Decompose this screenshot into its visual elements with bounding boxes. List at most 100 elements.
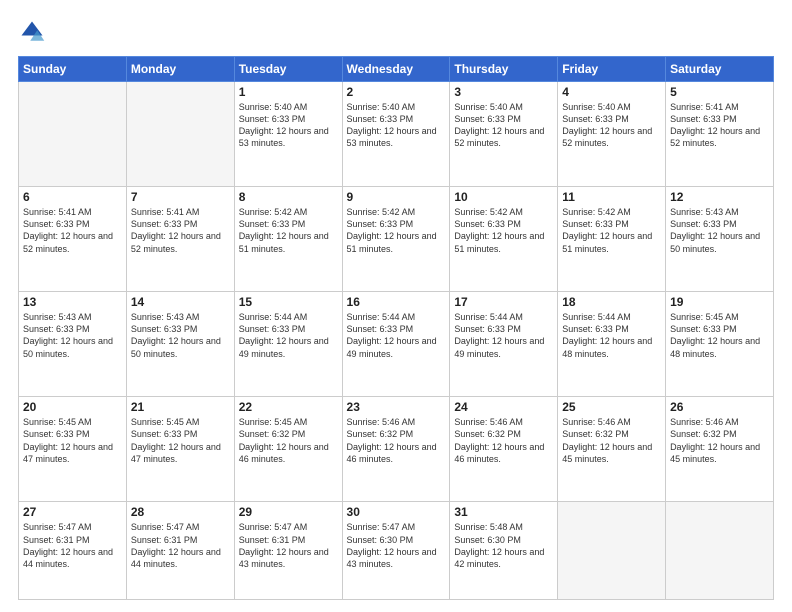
day-number: 28: [131, 505, 230, 519]
day-cell: 2 Sunrise: 5:40 AM Sunset: 6:33 PM Daylig…: [342, 82, 450, 187]
header: [18, 18, 774, 46]
day-number: 7: [131, 190, 230, 204]
day-number: 10: [454, 190, 553, 204]
day-info: Sunrise: 5:40 AM Sunset: 6:33 PM Dayligh…: [562, 101, 661, 150]
day-number: 31: [454, 505, 553, 519]
day-info: Sunrise: 5:43 AM Sunset: 6:33 PM Dayligh…: [670, 206, 769, 255]
day-number: 2: [347, 85, 446, 99]
day-number: 16: [347, 295, 446, 309]
day-cell: 16 Sunrise: 5:44 AM Sunset: 6:33 PM Dayli…: [342, 292, 450, 397]
day-number: 25: [562, 400, 661, 414]
calendar-table: SundayMondayTuesdayWednesdayThursdayFrid…: [18, 56, 774, 600]
day-number: 18: [562, 295, 661, 309]
day-info: Sunrise: 5:43 AM Sunset: 6:33 PM Dayligh…: [131, 311, 230, 360]
day-info: Sunrise: 5:41 AM Sunset: 6:33 PM Dayligh…: [131, 206, 230, 255]
day-number: 11: [562, 190, 661, 204]
day-number: 21: [131, 400, 230, 414]
day-number: 26: [670, 400, 769, 414]
day-info: Sunrise: 5:40 AM Sunset: 6:33 PM Dayligh…: [239, 101, 338, 150]
page: SundayMondayTuesdayWednesdayThursdayFrid…: [0, 0, 792, 612]
day-info: Sunrise: 5:44 AM Sunset: 6:33 PM Dayligh…: [239, 311, 338, 360]
logo: [18, 18, 50, 46]
day-cell: 14Sunrise: 5:43 AM Sunset: 6:33 PM Dayli…: [126, 292, 234, 397]
day-info: Sunrise: 5:42 AM Sunset: 6:33 PM Dayligh…: [454, 206, 553, 255]
day-info: Sunrise: 5:44 AM Sunset: 6:33 PM Dayligh…: [562, 311, 661, 360]
day-cell: [666, 502, 774, 600]
day-info: Sunrise: 5:44 AM Sunset: 6:33 PM Dayligh…: [347, 311, 446, 360]
week-row-5: 27 Sunrise: 5:47 AM Sunset: 6:31 PM Dayli…: [19, 502, 774, 600]
day-info: Sunrise: 5:47 AM Sunset: 6:30 PM Dayligh…: [347, 521, 446, 570]
day-cell: 27 Sunrise: 5:47 AM Sunset: 6:31 PM Dayli…: [19, 502, 127, 600]
day-info: Sunrise: 5:42 AM Sunset: 6:33 PM Dayligh…: [562, 206, 661, 255]
day-number: 30: [347, 505, 446, 519]
day-info: Sunrise: 5:41 AM Sunset: 6:33 PM Dayligh…: [670, 101, 769, 150]
day-info: Sunrise: 5:43 AM Sunset: 6:33 PM Dayligh…: [23, 311, 122, 360]
day-cell: 15 Sunrise: 5:44 AM Sunset: 6:33 PM Dayli…: [234, 292, 342, 397]
day-cell: 10 Sunrise: 5:42 AM Sunset: 6:33 PM Dayli…: [450, 187, 558, 292]
day-number: 4: [562, 85, 661, 99]
day-cell: 13 Sunrise: 5:43 AM Sunset: 6:33 PM Dayli…: [19, 292, 127, 397]
day-cell: 29 Sunrise: 5:47 AM Sunset: 6:31 PM Dayli…: [234, 502, 342, 600]
day-number: 17: [454, 295, 553, 309]
week-row-4: 20 Sunrise: 5:45 AM Sunset: 6:33 PM Dayli…: [19, 397, 774, 502]
day-number: 12: [670, 190, 769, 204]
day-info: Sunrise: 5:45 AM Sunset: 6:32 PM Dayligh…: [239, 416, 338, 465]
day-info: Sunrise: 5:47 AM Sunset: 6:31 PM Dayligh…: [23, 521, 122, 570]
day-cell: [126, 82, 234, 187]
day-number: 20: [23, 400, 122, 414]
day-number: 5: [670, 85, 769, 99]
day-number: 6: [23, 190, 122, 204]
day-cell: 8Sunrise: 5:42 AM Sunset: 6:33 PM Daylig…: [234, 187, 342, 292]
day-cell: 12 Sunrise: 5:43 AM Sunset: 6:33 PM Dayli…: [666, 187, 774, 292]
day-cell: 18 Sunrise: 5:44 AM Sunset: 6:33 PM Dayli…: [558, 292, 666, 397]
day-cell: 28Sunrise: 5:47 AM Sunset: 6:31 PM Dayli…: [126, 502, 234, 600]
day-cell: 24Sunrise: 5:46 AM Sunset: 6:32 PM Dayli…: [450, 397, 558, 502]
day-cell: 22 Sunrise: 5:45 AM Sunset: 6:32 PM Dayli…: [234, 397, 342, 502]
day-cell: 3 Sunrise: 5:40 AM Sunset: 6:33 PM Daylig…: [450, 82, 558, 187]
day-number: 24: [454, 400, 553, 414]
day-number: 27: [23, 505, 122, 519]
day-number: 13: [23, 295, 122, 309]
day-cell: 1Sunrise: 5:40 AM Sunset: 6:33 PM Daylig…: [234, 82, 342, 187]
day-number: 23: [347, 400, 446, 414]
day-cell: 23 Sunrise: 5:46 AM Sunset: 6:32 PM Dayli…: [342, 397, 450, 502]
weekday-header-tuesday: Tuesday: [234, 57, 342, 82]
day-cell: 9 Sunrise: 5:42 AM Sunset: 6:33 PM Daylig…: [342, 187, 450, 292]
day-cell: 26 Sunrise: 5:46 AM Sunset: 6:32 PM Dayli…: [666, 397, 774, 502]
day-info: Sunrise: 5:41 AM Sunset: 6:33 PM Dayligh…: [23, 206, 122, 255]
day-cell: 21 Sunrise: 5:45 AM Sunset: 6:33 PM Dayli…: [126, 397, 234, 502]
day-cell: 20 Sunrise: 5:45 AM Sunset: 6:33 PM Dayli…: [19, 397, 127, 502]
weekday-header-friday: Friday: [558, 57, 666, 82]
day-info: Sunrise: 5:44 AM Sunset: 6:33 PM Dayligh…: [454, 311, 553, 360]
day-cell: 4 Sunrise: 5:40 AM Sunset: 6:33 PM Daylig…: [558, 82, 666, 187]
day-number: 9: [347, 190, 446, 204]
day-cell: 6 Sunrise: 5:41 AM Sunset: 6:33 PM Daylig…: [19, 187, 127, 292]
day-cell: 30 Sunrise: 5:47 AM Sunset: 6:30 PM Dayli…: [342, 502, 450, 600]
day-cell: 5 Sunrise: 5:41 AM Sunset: 6:33 PM Daylig…: [666, 82, 774, 187]
day-info: Sunrise: 5:45 AM Sunset: 6:33 PM Dayligh…: [670, 311, 769, 360]
day-info: Sunrise: 5:46 AM Sunset: 6:32 PM Dayligh…: [347, 416, 446, 465]
day-cell: [558, 502, 666, 600]
day-number: 29: [239, 505, 338, 519]
day-info: Sunrise: 5:46 AM Sunset: 6:32 PM Dayligh…: [562, 416, 661, 465]
day-info: Sunrise: 5:45 AM Sunset: 6:33 PM Dayligh…: [131, 416, 230, 465]
week-row-3: 13 Sunrise: 5:43 AM Sunset: 6:33 PM Dayli…: [19, 292, 774, 397]
day-cell: [19, 82, 127, 187]
day-cell: 17 Sunrise: 5:44 AM Sunset: 6:33 PM Dayli…: [450, 292, 558, 397]
day-info: Sunrise: 5:40 AM Sunset: 6:33 PM Dayligh…: [347, 101, 446, 150]
day-cell: 7 Sunrise: 5:41 AM Sunset: 6:33 PM Daylig…: [126, 187, 234, 292]
day-info: Sunrise: 5:46 AM Sunset: 6:32 PM Dayligh…: [670, 416, 769, 465]
day-info: Sunrise: 5:47 AM Sunset: 6:31 PM Dayligh…: [239, 521, 338, 570]
day-info: Sunrise: 5:40 AM Sunset: 6:33 PM Dayligh…: [454, 101, 553, 150]
day-cell: 11 Sunrise: 5:42 AM Sunset: 6:33 PM Dayli…: [558, 187, 666, 292]
day-cell: 31Sunrise: 5:48 AM Sunset: 6:30 PM Dayli…: [450, 502, 558, 600]
day-number: 22: [239, 400, 338, 414]
day-info: Sunrise: 5:45 AM Sunset: 6:33 PM Dayligh…: [23, 416, 122, 465]
day-number: 15: [239, 295, 338, 309]
day-number: 19: [670, 295, 769, 309]
week-row-2: 6 Sunrise: 5:41 AM Sunset: 6:33 PM Daylig…: [19, 187, 774, 292]
day-info: Sunrise: 5:42 AM Sunset: 6:33 PM Dayligh…: [347, 206, 446, 255]
day-number: 3: [454, 85, 553, 99]
weekday-header-wednesday: Wednesday: [342, 57, 450, 82]
weekday-header-saturday: Saturday: [666, 57, 774, 82]
